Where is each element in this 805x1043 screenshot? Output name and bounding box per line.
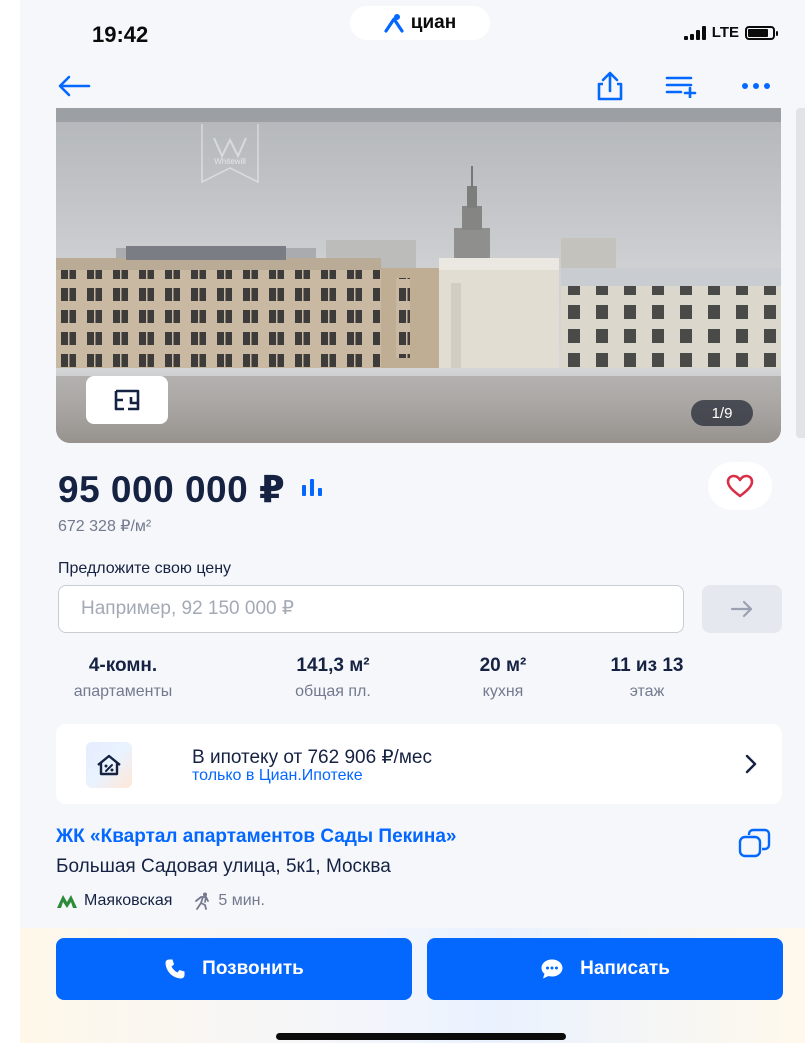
arrow-left-icon [58,75,91,97]
add-to-list-button[interactable] [662,70,702,102]
heart-icon [726,474,754,498]
offer-label: Предложите свою цену [58,560,232,577]
walking-icon [195,892,210,910]
back-button[interactable] [54,70,94,102]
fact-value: 11 из 13 [610,655,684,676]
status-indicators: LTE [683,24,778,41]
mortgage-subtitle[interactable]: только в Циан.Ипотеке [192,767,363,785]
mortgage-banner[interactable]: В ипотеку от 762 906 ₽/мес только в Циан… [56,724,782,804]
fact-label: апартаменты [73,683,173,700]
battery-icon [745,25,778,40]
price-per-meter: 672 328 ₽/м² [58,518,152,535]
more-dots-icon [742,83,770,89]
mortgage-house-icon [86,742,132,788]
copy-icon [738,828,771,858]
share-icon [597,71,623,101]
listing-screen: 19:42 циан LTE Whitewill 1/9 95 000 000 … [20,0,805,1043]
fact-rooms: 4-комн. апартаменты [58,655,188,701]
offer-price-input[interactable] [58,585,684,633]
listing-facts: 4-комн. апартаменты 141,3 м² общая пл. 2… [58,655,782,707]
fact-floor: 11 из 13 этаж [592,655,702,701]
home-indicator[interactable] [276,1033,566,1040]
address: Большая Садовая улица, 5к1, Москва [56,856,391,877]
status-time: 19:42 [92,22,149,47]
copy-address-button[interactable] [734,826,776,860]
network-type: LTE [711,24,739,41]
add-to-list-icon [665,76,697,98]
mortgage-title: В ипотеку от 762 906 ₽/мес [192,747,432,768]
price-row: 95 000 000 ₽ [58,468,327,511]
cian-logo-icon [384,14,404,33]
signal-icon [683,25,706,40]
price-total: 95 000 000 ₽ [58,469,286,510]
write-label: Написать [580,958,670,979]
favorite-button[interactable] [708,462,772,510]
fact-label: общая пл. [295,683,371,700]
photo-gallery[interactable]: Whitewill 1/9 [56,108,781,443]
call-label: Позвонить [202,958,304,979]
walk-time: 5 мин. [218,892,265,909]
fact-value: 20 м² [479,655,527,676]
complex-link[interactable]: ЖК «Квартал апартаментов Сады Пекина» [56,826,456,848]
metro-station: Маяковская [84,892,173,909]
fact-kitchen: 20 м² кухня [453,655,553,701]
floor-plan-button[interactable] [86,376,168,424]
chat-bubble-icon [541,959,563,979]
phone-icon [165,959,185,979]
watermark-text: Whitewill [214,157,246,166]
price-chart-icon [302,479,323,496]
call-button[interactable]: Позвонить [56,938,412,1000]
price-history-button[interactable] [301,477,327,502]
status-bar: 19:42 циан LTE [20,0,805,62]
metro-icon [57,895,77,908]
fact-value: 141,3 м² [296,655,370,676]
chevron-right-icon [744,753,758,780]
fact-total-area: 141,3 м² общая пл. [268,655,398,701]
fact-label: этаж [629,683,665,700]
share-button[interactable] [590,70,630,102]
more-button[interactable] [736,70,776,102]
metro-row: Маяковская 5 мин. [56,892,265,910]
island-brand: циан [410,12,457,33]
floor-plan-icon [114,389,140,411]
nav-bar [20,62,805,108]
arrow-right-icon [730,600,753,618]
dynamic-island: циан [350,6,490,40]
fact-label: кухня [482,683,524,700]
fact-value: 4-комн. [88,655,158,676]
next-photo-preview[interactable] [796,108,805,438]
write-button[interactable]: Написать [427,938,783,1000]
bottom-action-panel: Позвонить Написать [20,928,805,1043]
photo-counter: 1/9 [691,400,753,426]
offer-submit-button[interactable] [702,585,782,633]
